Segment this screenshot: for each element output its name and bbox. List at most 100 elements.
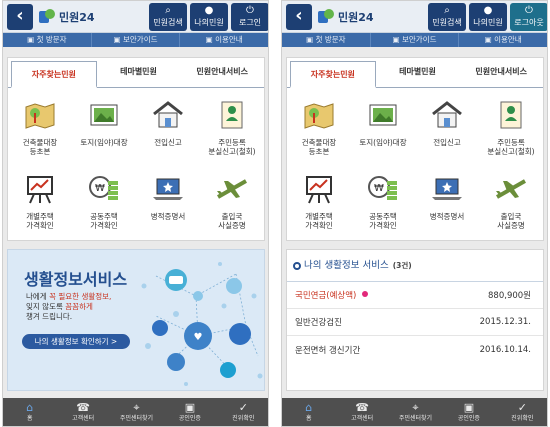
nav-find-community-center[interactable]: ⌖ 주민센터찾기 bbox=[110, 398, 163, 426]
search-button[interactable]: ⌕ 민원검색 bbox=[149, 3, 187, 31]
nav-label: 주민센터찾기 bbox=[398, 415, 433, 422]
search-button[interactable]: ⌕ 민원검색 bbox=[428, 3, 466, 31]
home-icon: ⌂ bbox=[305, 401, 313, 414]
subnav-first-visitor[interactable]: ▣ 첫 방문자 bbox=[3, 33, 92, 47]
subnav-first-visitor[interactable]: ▣ 첫 방문자 bbox=[282, 33, 371, 47]
login-label: 로그인 bbox=[238, 18, 262, 27]
power-icon: ⏻ bbox=[525, 5, 533, 16]
tab-theme[interactable]: 테마별민원 bbox=[97, 58, 181, 87]
menu-item-label: 건축물대장 등초본 bbox=[301, 138, 337, 156]
menu-item-apartment-price[interactable]: ₩ 공동주택 가격확인 bbox=[72, 165, 136, 239]
life-info-row-pension[interactable]: 국민연금(예상액) 880,900원 bbox=[287, 282, 543, 309]
life-info-service-banner[interactable]: 생활정보서비스 나에게 꼭 필요한 생활정보, 잊지 않도록 꼼꼼하게 챙겨 드… bbox=[7, 249, 265, 391]
coins-icon: ₩ bbox=[368, 176, 397, 200]
menu-item-military-certificate[interactable]: 병적증명서 bbox=[415, 165, 479, 239]
menu-item-military-certificate[interactable]: 병적증명서 bbox=[136, 165, 200, 239]
menu-item-land-register[interactable]: 토지(임야)대장 bbox=[351, 91, 415, 165]
document-check-icon: ✓ bbox=[238, 401, 248, 414]
nav-certificate[interactable]: ▣ 공인인증 bbox=[442, 398, 495, 426]
menu-item-label: 출입국 사실증명 bbox=[218, 212, 246, 230]
tab-frequent[interactable]: 자주찾는민원 bbox=[290, 61, 376, 88]
login-button[interactable]: ⏻ 로그인 bbox=[231, 3, 268, 31]
menu-item-label: 공동주택 가격확인 bbox=[369, 212, 397, 230]
nav-home[interactable]: ⌂ 홈 bbox=[282, 398, 335, 426]
menu-item-apartment-price[interactable]: ₩ 공동주택 가격확인 bbox=[351, 165, 415, 239]
airplane-icon bbox=[496, 179, 526, 199]
minwon24-logo[interactable]: 민원24 bbox=[39, 8, 95, 26]
logout-button[interactable]: ⏻ 로그아웃 bbox=[510, 3, 547, 31]
nav-home[interactable]: ⌂ 홈 bbox=[3, 398, 56, 426]
building-map-icon bbox=[304, 103, 334, 129]
lock-icon: ▣ bbox=[184, 401, 196, 414]
nav-customer-center[interactable]: ☎ 고객센터 bbox=[56, 398, 109, 426]
menu-grid: 건축물대장 등초본 토지(임야)대장 전입신고 주민등록 분실신고(철회) 개별… bbox=[287, 88, 543, 239]
desc-text: 잊지 않도록 bbox=[26, 302, 66, 311]
subnav-usage-guide[interactable]: ▣ 이용안내 bbox=[180, 33, 268, 47]
coins-icon: ₩ bbox=[89, 176, 118, 200]
back-button[interactable]: ‹ bbox=[286, 4, 312, 30]
menu-item-immigration-certificate[interactable]: 출입국 사실증명 bbox=[200, 165, 264, 239]
desc-highlight: 꼼꼼하게 bbox=[65, 302, 93, 311]
tab-guide-service[interactable]: 민원안내서비스 bbox=[180, 58, 264, 87]
svg-text:₩: ₩ bbox=[374, 183, 384, 194]
menu-item-resident-lost-report[interactable]: 주민등록 분실신고(철회) bbox=[479, 91, 543, 165]
menu-tabs: 자주찾는민원 테마별민원 민원안내서비스 bbox=[8, 58, 264, 88]
menu-item-label: 개별주택 가격확인 bbox=[305, 212, 333, 230]
check-my-life-info-button[interactable]: 나의 생활정보 확인하기 > bbox=[22, 334, 130, 349]
life-info-network-illustration: ♥ bbox=[141, 262, 263, 386]
minwon24-logo[interactable]: 민원24 bbox=[318, 8, 374, 26]
nav-find-community-center[interactable]: ⌖ 주민센터찾기 bbox=[389, 398, 442, 426]
laptop-star-icon bbox=[153, 178, 183, 200]
life-info-row-health-checkup[interactable]: 일반건강검진 2015.12.31. bbox=[287, 309, 543, 336]
menu-item-move-in-report[interactable]: 전입신고 bbox=[136, 91, 200, 165]
building-map-icon bbox=[25, 103, 55, 129]
price-chart-icon bbox=[27, 176, 53, 204]
price-chart-icon bbox=[306, 176, 332, 204]
menu-item-label: 개별주택 가격확인 bbox=[26, 212, 54, 230]
tab-theme[interactable]: 테마별민원 bbox=[376, 58, 460, 87]
location-icon: ⌖ bbox=[412, 401, 419, 414]
nav-label: 공인인증 bbox=[457, 415, 480, 422]
subnav-security-guide[interactable]: ▣ 보안가이드 bbox=[92, 33, 181, 47]
logo-text: 민원24 bbox=[59, 11, 95, 24]
menu-item-immigration-certificate[interactable]: 출입국 사실증명 bbox=[479, 165, 543, 239]
my-minwon-button[interactable]: ● 나의민원 bbox=[469, 3, 507, 31]
my-minwon-label: 나의민원 bbox=[473, 18, 503, 27]
menu-item-house-price[interactable]: 개별주택 가격확인 bbox=[287, 165, 351, 239]
life-info-name: 일반건강검진 bbox=[295, 318, 342, 328]
subnav-label: 이용안내 bbox=[215, 35, 243, 44]
my-minwon-button[interactable]: ● 나의민원 bbox=[190, 3, 228, 31]
menu-item-move-in-report[interactable]: 전입신고 bbox=[415, 91, 479, 165]
menu-item-building-register[interactable]: 건축물대장 등초본 bbox=[287, 91, 351, 165]
my-life-info-header[interactable]: 나의 생활정보 서비스 (3건) bbox=[287, 250, 543, 282]
logo-icon bbox=[318, 9, 336, 25]
menu-item-house-price[interactable]: 개별주택 가격확인 bbox=[8, 165, 72, 239]
my-life-info-count: (3건) bbox=[392, 260, 412, 270]
nav-authenticity-check[interactable]: ✓ 진위확인 bbox=[496, 398, 547, 426]
minwon-menu-card: 자주찾는민원 테마별민원 민원안내서비스 건축물대장 등초본 토지(임야)대장 … bbox=[286, 57, 544, 241]
person-icon: ● bbox=[204, 5, 214, 16]
menu-item-label: 병적증명서 bbox=[150, 212, 186, 221]
location-icon: ⌖ bbox=[133, 401, 140, 414]
nav-label: 홈 bbox=[305, 415, 312, 422]
search-button-label: 민원검색 bbox=[432, 18, 462, 27]
nav-label: 공인인증 bbox=[178, 415, 201, 422]
menu-item-building-register[interactable]: 건축물대장 등초본 bbox=[8, 91, 72, 165]
subnav-usage-guide[interactable]: ▣ 이용안내 bbox=[459, 33, 547, 47]
tab-frequent[interactable]: 자주찾는민원 bbox=[11, 61, 97, 88]
menu-item-land-register[interactable]: 토지(임야)대장 bbox=[72, 91, 136, 165]
nav-certificate[interactable]: ▣ 공인인증 bbox=[163, 398, 216, 426]
subnav-security-guide[interactable]: ▣ 보안가이드 bbox=[371, 33, 460, 47]
airplane-icon bbox=[217, 179, 247, 199]
menu-grid: 건축물대장 등초본 토지(임야)대장 전입신고 주민등록 분실신고(철회) 개별… bbox=[8, 88, 264, 239]
life-info-title: 생활정보서비스 bbox=[24, 270, 128, 289]
life-info-row-license-renewal[interactable]: 운전면허 갱신기간 2016.10.14. bbox=[287, 336, 543, 363]
desc-text: 챙겨 드립니다. bbox=[26, 312, 73, 321]
nav-customer-center[interactable]: ☎ 고객센터 bbox=[335, 398, 388, 426]
tab-guide-service[interactable]: 민원안내서비스 bbox=[459, 58, 543, 87]
home-icon: ⌂ bbox=[26, 401, 34, 414]
menu-item-resident-lost-report[interactable]: 주민등록 분실신고(철회) bbox=[200, 91, 264, 165]
person-icon: ● bbox=[483, 5, 493, 16]
back-button[interactable]: ‹ bbox=[7, 4, 33, 30]
nav-authenticity-check[interactable]: ✓ 진위확인 bbox=[217, 398, 268, 426]
